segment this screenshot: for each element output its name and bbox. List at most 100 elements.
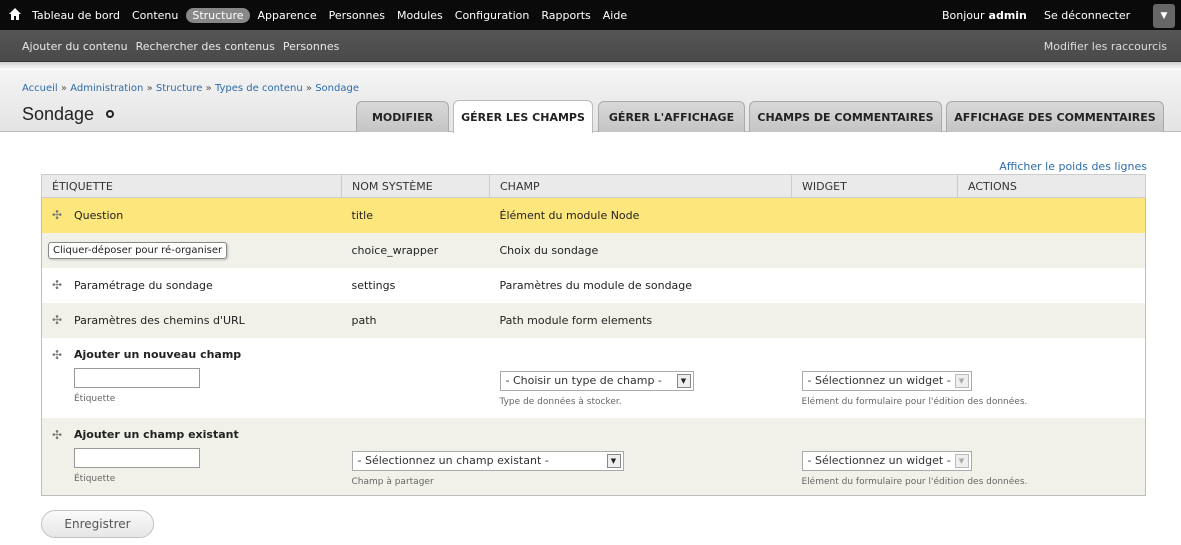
breadcrumb-separator: » (205, 83, 212, 94)
save-button[interactable]: Enregistrer (41, 510, 154, 538)
add-existing-field-row: ✣ Ajouter un champ existant Étiquette - S… (41, 417, 1146, 496)
existing-field-desc: Champ à partager (351, 476, 434, 487)
table-row: ✣ Paramètres des chemins d'URL path Path … (41, 302, 1146, 338)
dropdown-arrow-icon: ▼ (954, 373, 969, 388)
drag-tooltip: Cliquer-déposer pour ré-organiser (48, 241, 228, 259)
breadcrumb-administration[interactable]: Administration (70, 83, 143, 94)
home-icon[interactable] (8, 7, 22, 21)
field-type-select[interactable]: - Choisir un type de champ - ▼ (499, 370, 694, 391)
user-greeting: Bonjour admin (942, 0, 1027, 30)
existing-field-label-desc: Étiquette (74, 473, 116, 484)
shortcuts-bar: Ajouter du contenu Rechercher des conten… (0, 30, 1181, 62)
field-type: Choix du sondage (499, 243, 599, 257)
field-widget (792, 233, 958, 268)
drag-handle-icon[interactable]: ✣ (52, 278, 64, 292)
logout-link[interactable]: Se déconnecter (1044, 0, 1130, 30)
new-field-label-input[interactable] (74, 367, 200, 388)
tab-comment-display[interactable]: Affichage des commentaires (946, 101, 1164, 132)
tab-manage-fields[interactable]: Gérer les champs (453, 100, 593, 133)
breadcrumb-poll[interactable]: Sondage (315, 83, 359, 94)
shortcut-people[interactable]: Personnes (283, 40, 339, 53)
breadcrumb-home[interactable]: Accueil (22, 83, 58, 94)
table-row: Cliquer-déposer pour ré-organiser choice… (41, 232, 1146, 268)
header-machine-name: Nom système (341, 174, 490, 198)
new-widget-select[interactable]: - Sélectionnez un widget - ▼ (801, 370, 972, 391)
breadcrumb-separator: » (60, 83, 68, 94)
breadcrumb-structure[interactable]: Structure (156, 83, 203, 94)
drag-handle-icon[interactable]: ✣ (52, 313, 64, 327)
header-widget: Widget (791, 174, 958, 198)
new-field-label-desc: Étiquette (74, 393, 116, 404)
username-link[interactable]: admin (989, 9, 1027, 22)
add-shortcut-icon[interactable] (106, 110, 115, 118)
header-field: Champ (489, 174, 792, 198)
existing-widget-select[interactable]: - Sélectionnez un widget - ▼ (801, 450, 972, 471)
add-existing-field-title: Ajouter un champ existant (74, 428, 239, 441)
show-row-weights-link[interactable]: Afficher le poids des lignes (999, 160, 1147, 173)
table-row: ✣ Question title Élément du module Node (41, 197, 1146, 233)
menu-configuration[interactable]: Configuration (455, 9, 530, 22)
table-header-row: Étiquette Nom système Champ Widget Actio… (41, 174, 1146, 198)
dropdown-arrow-icon: ▼ (606, 453, 621, 468)
page-title-text: Sondage (22, 104, 95, 124)
new-widget-desc: Elément du formulaire pour l'édition des… (801, 396, 1028, 407)
admin-toolbar: Tableau de bord Contenu Structure Appare… (0, 0, 1181, 30)
menu-content[interactable]: Contenu (132, 9, 178, 22)
table-row: ✣ Paramétrage du sondage settings Paramèt… (41, 267, 1146, 303)
breadcrumb-separator: » (305, 83, 312, 94)
menu-structure[interactable]: Structure (186, 7, 250, 23)
add-new-field-title: Ajouter un nouveau champ (74, 348, 242, 361)
dropdown-arrow-icon: ▼ (676, 373, 691, 388)
header-label: Étiquette (41, 174, 342, 198)
menu-reports[interactable]: Rapports (541, 9, 590, 22)
field-type: Path module form elements (499, 313, 653, 327)
field-actions (958, 233, 1146, 268)
menu-modules[interactable]: Modules (397, 9, 443, 22)
field-machine-name: settings (351, 278, 396, 292)
field-machine-name: choice_wrapper (351, 243, 439, 257)
existing-field-select-value: - Sélectionnez un champ existant - (357, 454, 549, 467)
field-label: Paramètres des chemins d'URL (74, 313, 245, 327)
field-machine-name: title (351, 208, 374, 222)
toggle-shortcuts-button[interactable]: ▼ (1153, 4, 1175, 28)
shortcut-add-content[interactable]: Ajouter du contenu (22, 40, 128, 53)
breadcrumb-separator: » (146, 83, 153, 94)
menu-help[interactable]: Aide (603, 9, 627, 22)
menu-people[interactable]: Personnes (329, 9, 385, 22)
tab-manage-display[interactable]: Gérer l'affichage (598, 101, 745, 132)
shortcut-find-content[interactable]: Rechercher des contenus (136, 40, 275, 53)
field-actions (958, 268, 1146, 303)
breadcrumb-content-types[interactable]: Types de contenu (215, 83, 303, 94)
field-widget (792, 198, 958, 233)
drag-handle-icon[interactable]: ✣ (52, 428, 64, 442)
chevron-down-icon: ▼ (1160, 11, 1168, 21)
existing-field-label-input[interactable] (74, 447, 200, 468)
greeting-text: Bonjour (942, 8, 985, 22)
tab-comment-fields[interactable]: Champs de commentaires (749, 101, 942, 132)
tab-edit[interactable]: Modifier (356, 101, 449, 132)
field-label: Question (74, 208, 124, 222)
drag-handle-icon[interactable]: ✣ (52, 208, 64, 222)
field-type-select-value: - Choisir un type de champ - (505, 374, 662, 387)
existing-widget-desc: Elément du formulaire pour l'édition des… (801, 476, 1028, 487)
shortcut-links: Ajouter du contenu Rechercher des conten… (22, 30, 347, 62)
breadcrumb: Accueil » Administration » Structure » T… (22, 83, 359, 94)
new-widget-select-value: - Sélectionnez un widget - (807, 374, 951, 387)
field-type: Paramètres du module de sondage (499, 278, 693, 292)
menu-dashboard[interactable]: Tableau de bord (32, 9, 120, 22)
field-widget (792, 303, 958, 338)
add-new-field-row: ✣ Ajouter un nouveau champ Étiquette - Ch… (41, 337, 1146, 418)
drag-handle-icon[interactable]: ✣ (52, 348, 64, 362)
fields-table: Étiquette Nom système Champ Widget Actio… (41, 174, 1146, 496)
field-type-desc: Type de données à stocker. (499, 396, 622, 407)
toolbar-shadow (0, 62, 1181, 70)
page-title: Sondage (22, 104, 115, 125)
field-widget (792, 268, 958, 303)
field-type: Élément du module Node (499, 208, 640, 222)
existing-field-select[interactable]: - Sélectionnez un champ existant - ▼ (351, 450, 624, 471)
field-actions (958, 198, 1146, 233)
edit-shortcuts-link[interactable]: Modifier les raccourcis (1044, 30, 1167, 62)
toolbar-menu: Tableau de bord Contenu Structure Appare… (32, 0, 639, 30)
menu-appearance[interactable]: Apparence (258, 9, 317, 22)
field-machine-name: path (351, 313, 377, 327)
